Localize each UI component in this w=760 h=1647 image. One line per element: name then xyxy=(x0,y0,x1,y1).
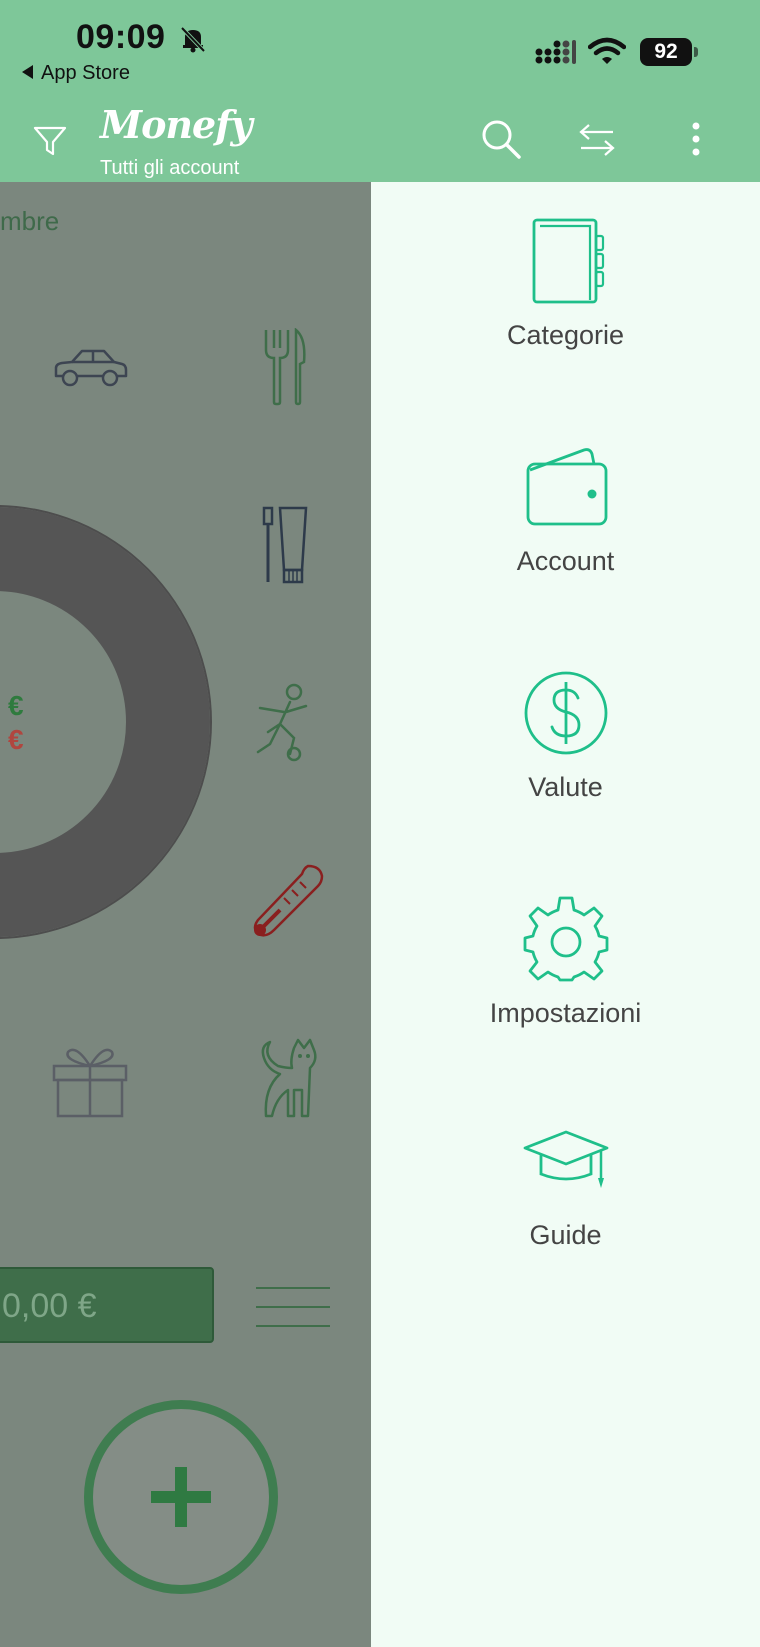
main-overlay[interactable]: mbre € € 0,00 € xyxy=(0,182,371,1647)
search-icon[interactable] xyxy=(480,118,522,160)
balance-amount: 0,00 € xyxy=(2,1287,97,1325)
app-header: 09:09 App Store 92 Monefy Tutti gli acco… xyxy=(0,0,760,182)
drawer-item-categorie[interactable]: Categorie xyxy=(371,216,760,351)
more-vertical-icon[interactable] xyxy=(680,118,712,160)
wifi-icon xyxy=(588,37,626,64)
side-drawer: Categorie Account Valute Impostazioni Gu… xyxy=(371,182,760,1647)
notebook-icon xyxy=(532,218,604,304)
back-to-app-store[interactable]: App Store xyxy=(22,62,130,85)
car-icon[interactable] xyxy=(50,342,130,392)
filter-icon[interactable] xyxy=(30,120,70,160)
bell-muted-icon xyxy=(180,26,206,53)
drawer-item-valute[interactable]: Valute xyxy=(371,668,760,803)
wallet-icon xyxy=(526,448,607,526)
transactions-list-icon[interactable] xyxy=(256,1285,330,1329)
balance-bar[interactable]: 0,00 € xyxy=(0,1267,214,1343)
back-arrow-icon xyxy=(22,64,33,79)
graduation-cap-icon xyxy=(523,1130,608,1188)
battery-indicator: 92 xyxy=(640,38,698,66)
income-amount: € xyxy=(8,690,24,721)
expense-amount: € xyxy=(8,724,24,755)
month-label: mbre xyxy=(0,206,60,236)
toothbrush-toothpaste-icon[interactable] xyxy=(260,506,310,584)
expense-donut-chart[interactable] xyxy=(0,507,210,937)
account-subtitle[interactable]: Tutti gli account xyxy=(100,157,239,180)
drawer-item-account[interactable]: Account xyxy=(371,442,760,577)
app-logo: Monefy xyxy=(100,102,253,147)
gear-icon xyxy=(523,896,608,982)
cat-icon[interactable] xyxy=(254,1038,320,1122)
dollar-icon xyxy=(524,671,607,755)
add-transaction-button[interactable] xyxy=(84,1400,278,1594)
thermometer-icon[interactable] xyxy=(246,862,326,942)
drawer-item-guide[interactable]: Guide xyxy=(371,1122,760,1251)
gift-icon[interactable] xyxy=(52,1042,128,1118)
cellular-signal-icon xyxy=(535,40,576,64)
football-player-icon[interactable] xyxy=(250,682,320,762)
transfer-icon[interactable] xyxy=(578,120,616,160)
drawer-item-impostazioni[interactable]: Impostazioni xyxy=(371,894,760,1029)
status-time: 09:09 xyxy=(76,18,166,56)
fork-knife-icon[interactable] xyxy=(260,328,310,406)
